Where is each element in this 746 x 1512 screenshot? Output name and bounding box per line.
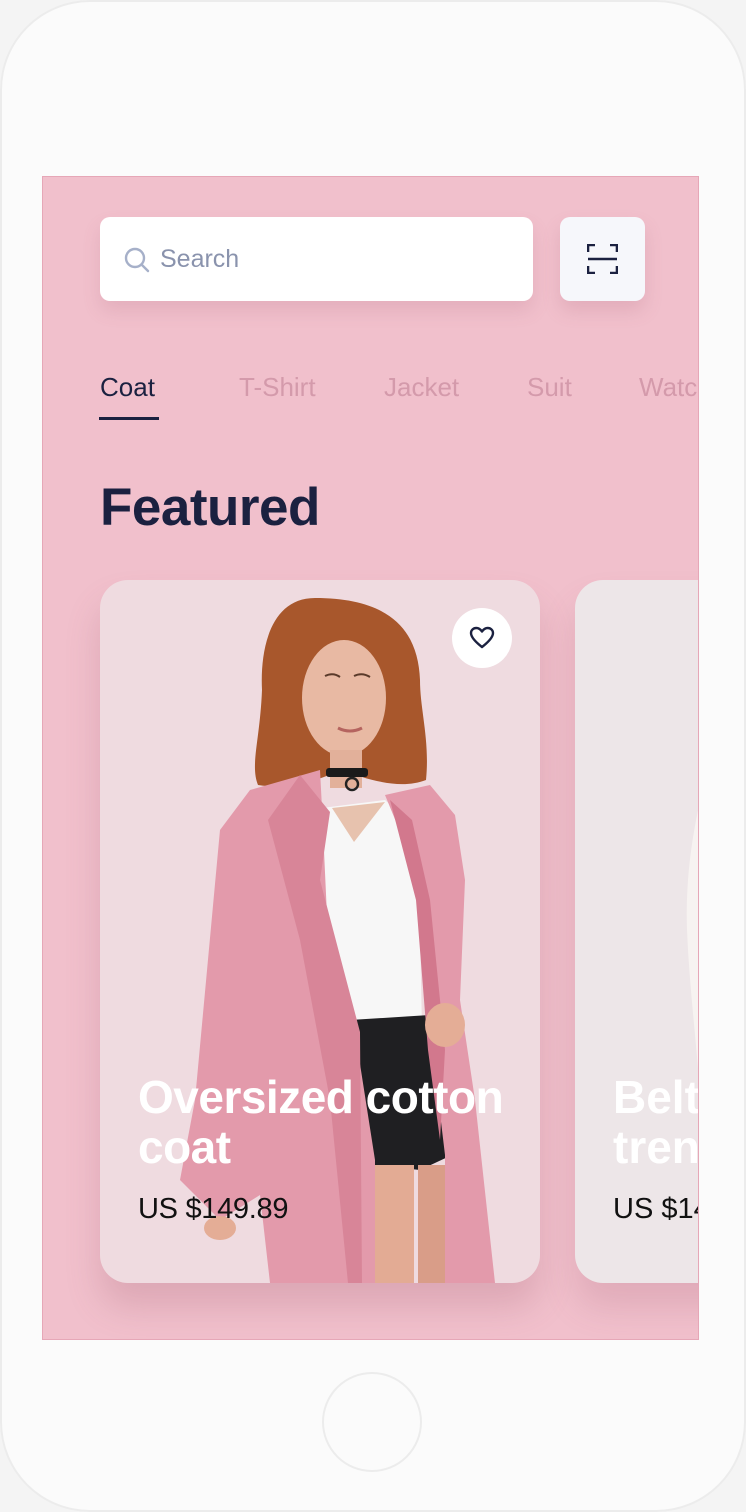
scan-icon bbox=[587, 244, 618, 274]
product-card[interactable]: Belt tren US $14 bbox=[575, 580, 698, 1283]
tab-t-shirt[interactable]: T-Shirt bbox=[239, 372, 316, 403]
app-screen: Search Coat T-Shirt Jacket Suit Watc Fea… bbox=[43, 177, 698, 1339]
favorite-button[interactable] bbox=[452, 608, 512, 668]
home-button[interactable] bbox=[322, 1372, 422, 1472]
search-placeholder: Search bbox=[160, 245, 240, 273]
tab-suit[interactable]: Suit bbox=[527, 372, 572, 403]
product-name: Belt tren bbox=[613, 1071, 698, 1173]
search-icon bbox=[124, 247, 150, 273]
active-tab-indicator bbox=[99, 417, 159, 420]
product-image bbox=[180, 598, 495, 1283]
tab-jacket[interactable]: Jacket bbox=[384, 372, 459, 403]
category-tabs: Coat T-Shirt Jacket Suit Watc bbox=[43, 372, 698, 422]
heart-icon bbox=[469, 626, 495, 649]
tab-coat[interactable]: Coat bbox=[100, 372, 155, 403]
product-image bbox=[686, 810, 698, 1068]
section-title: Featured bbox=[100, 478, 320, 537]
scan-button[interactable] bbox=[560, 217, 645, 301]
product-card[interactable]: Oversized cotton coat US $149.89 bbox=[100, 580, 540, 1283]
product-price: US $14 bbox=[613, 1193, 698, 1225]
search-input[interactable]: Search bbox=[100, 217, 533, 301]
tab-watch[interactable]: Watc bbox=[639, 372, 697, 403]
product-name: Oversized cotton coat bbox=[138, 1071, 504, 1173]
phone-frame: Search Coat T-Shirt Jacket Suit Watc Fea… bbox=[0, 0, 746, 1512]
product-price: US $149.89 bbox=[138, 1193, 289, 1225]
